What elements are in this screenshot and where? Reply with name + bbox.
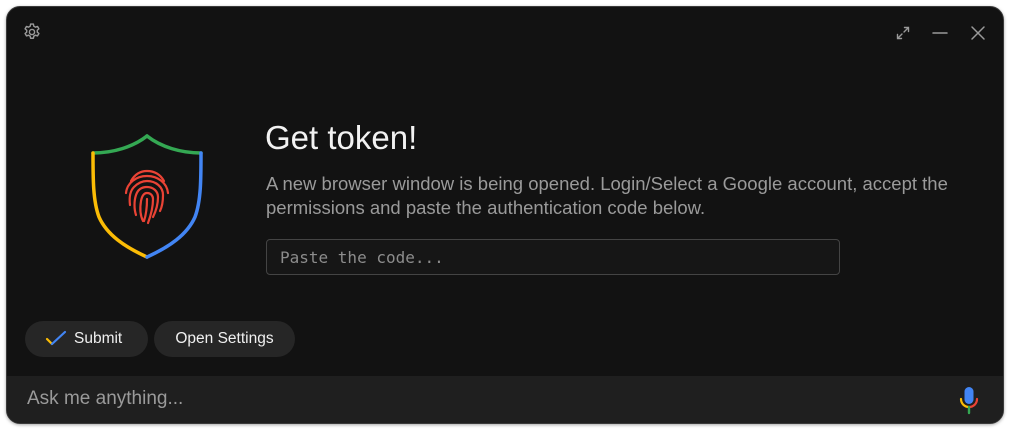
checkmark-icon xyxy=(45,330,67,346)
prompt-bar xyxy=(7,376,1003,423)
submit-button[interactable]: Submit xyxy=(25,321,148,357)
submit-label: Submit xyxy=(74,330,123,347)
close-icon xyxy=(971,26,985,40)
close-button[interactable] xyxy=(967,22,989,44)
auth-code-input[interactable] xyxy=(266,239,840,275)
settings-button[interactable] xyxy=(21,21,43,43)
microphone-icon[interactable] xyxy=(958,385,980,415)
open-settings-label: Open Settings xyxy=(175,330,274,347)
expand-icon xyxy=(896,26,910,40)
instructions-text: A new browser window is being opened. Lo… xyxy=(266,173,948,218)
minimize-icon xyxy=(932,32,948,34)
ask-input[interactable] xyxy=(27,383,927,415)
token-dialog: Get token! A new browser window is being… xyxy=(6,6,1004,424)
open-settings-button[interactable]: Open Settings xyxy=(154,321,295,357)
minimize-button[interactable] xyxy=(929,22,951,44)
shield-fingerprint-icon xyxy=(91,134,203,259)
page-title: Get token! xyxy=(265,119,418,156)
gear-icon xyxy=(24,23,40,39)
expand-button[interactable] xyxy=(892,22,914,44)
